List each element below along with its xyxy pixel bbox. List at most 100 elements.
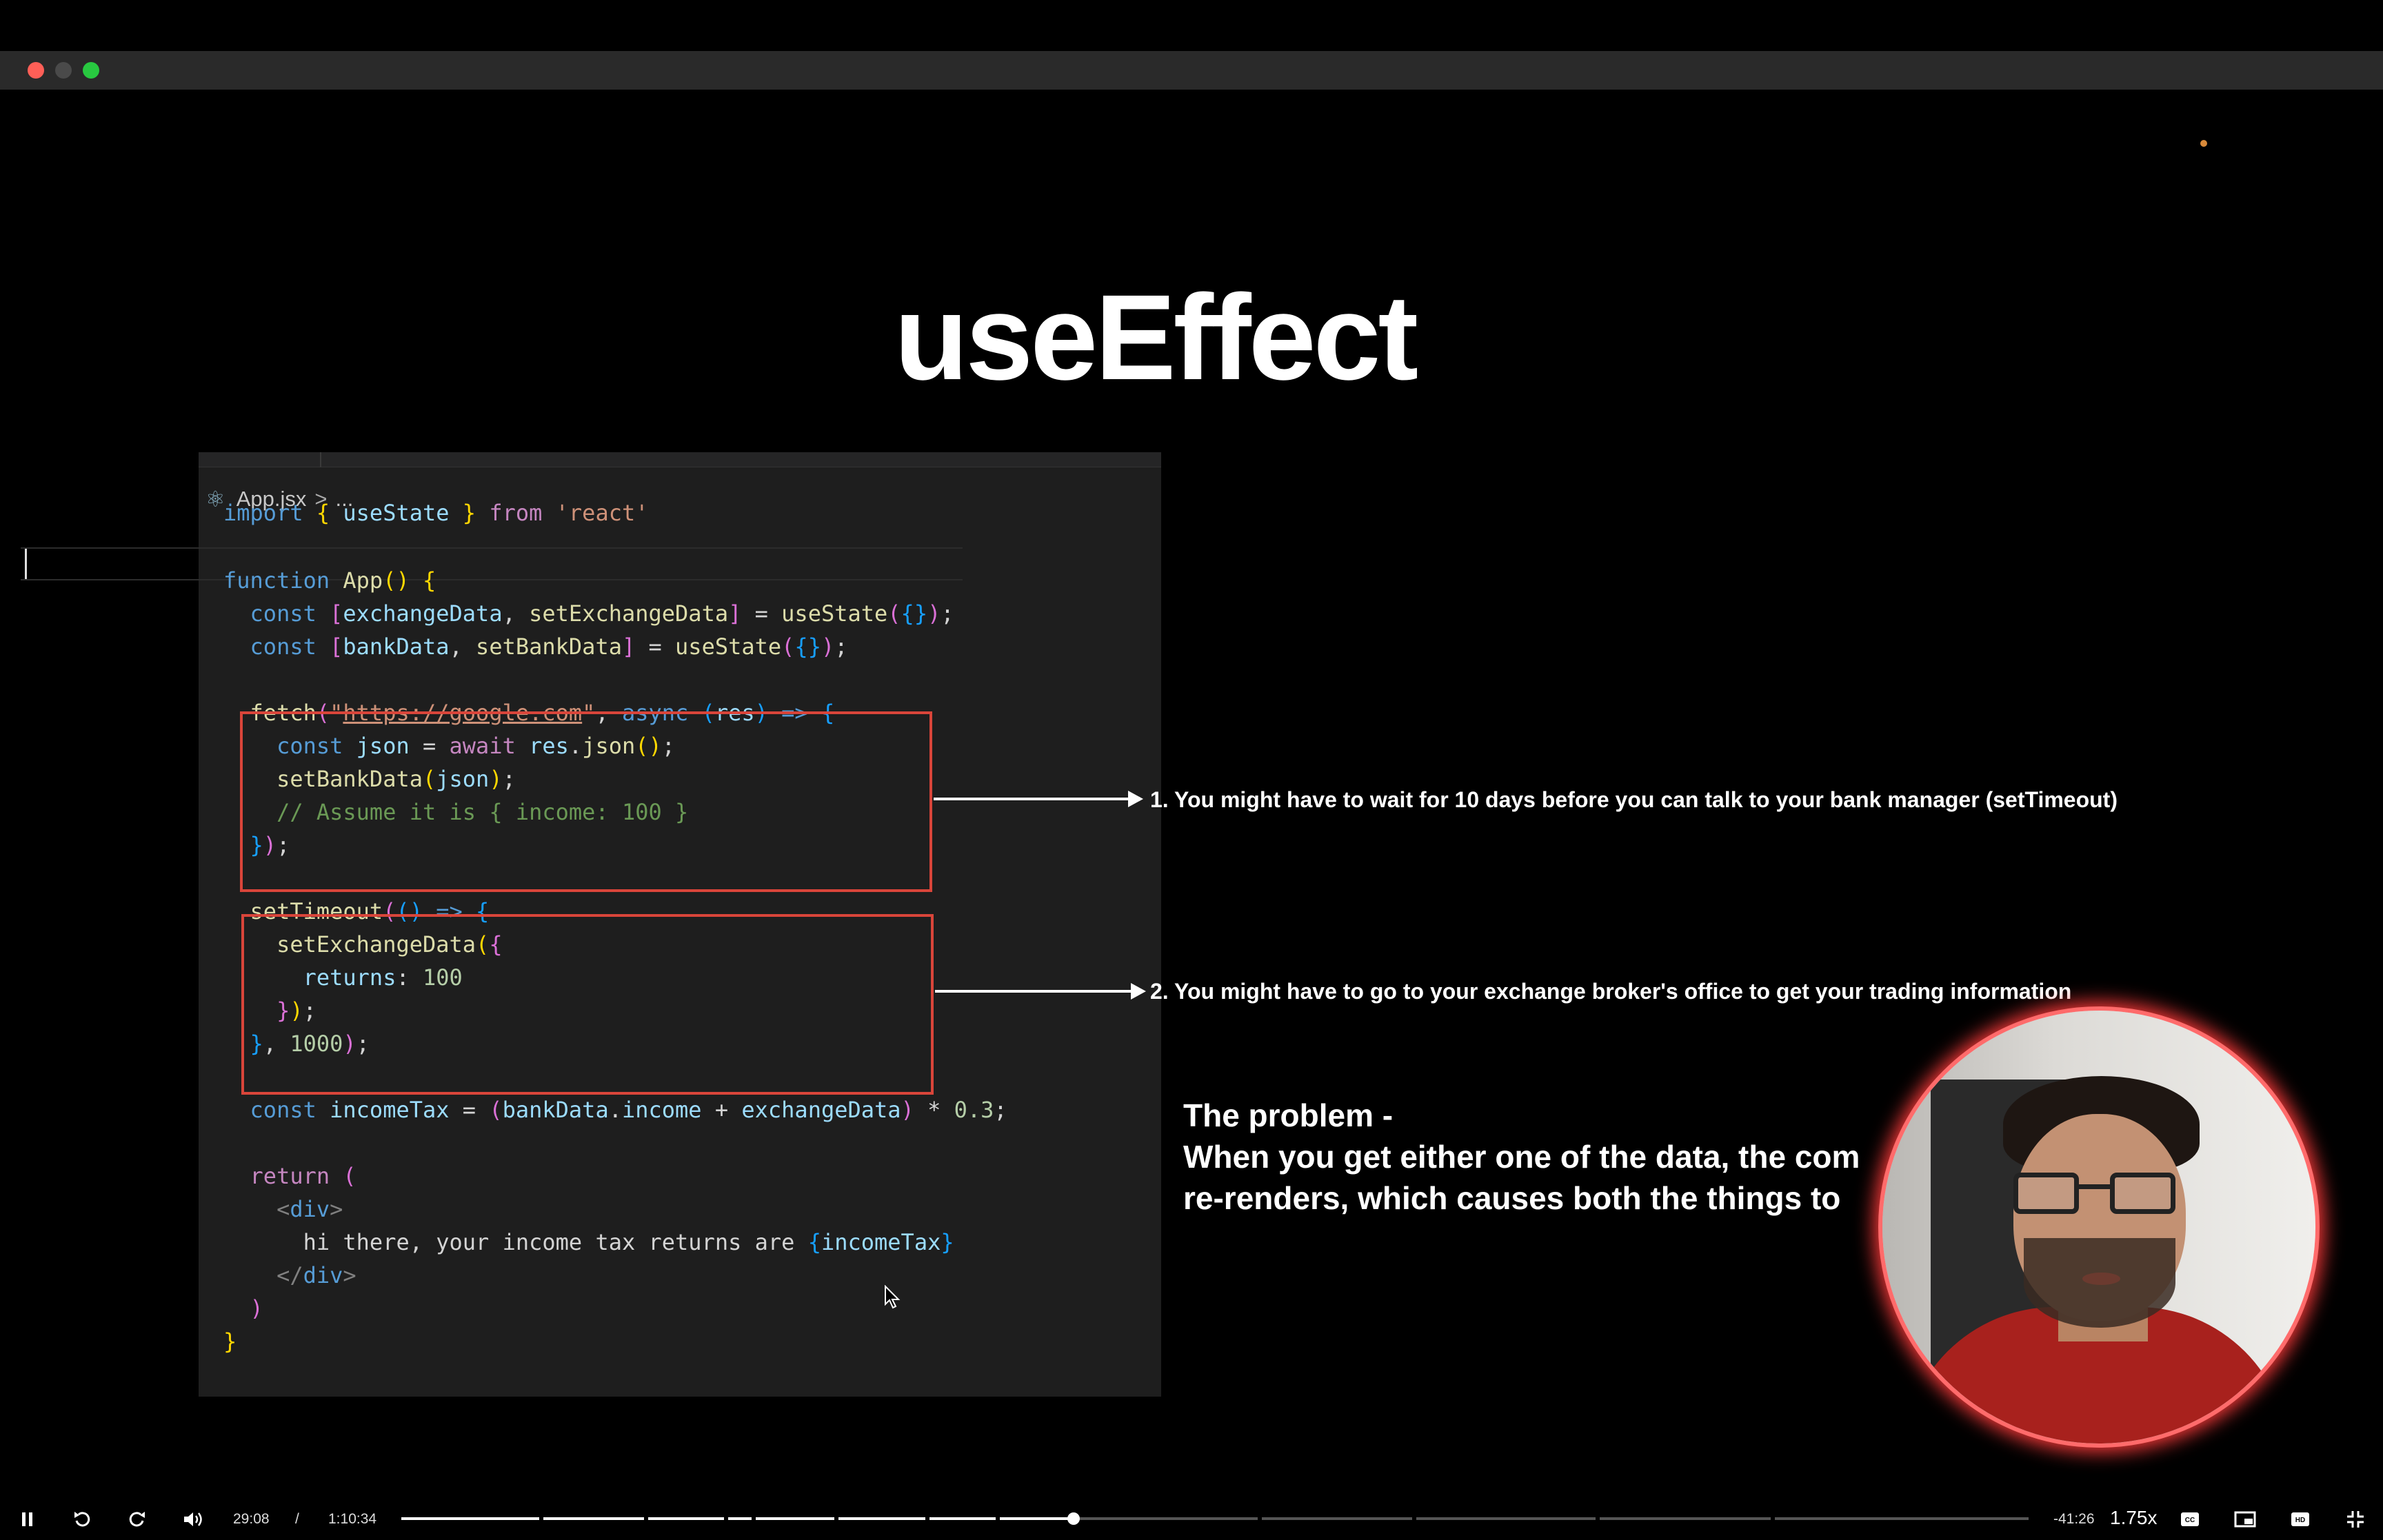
- code-token: {: [422, 567, 436, 594]
- code-line: }: [223, 1325, 237, 1358]
- captions-icon[interactable]: CC: [2178, 1507, 2202, 1532]
- code-token: ;: [834, 634, 848, 660]
- chapter-marker: [1412, 1517, 1416, 1520]
- code-token: ): [927, 600, 941, 627]
- slide-title: useEffect: [894, 270, 1418, 405]
- code-token: ): [821, 634, 835, 660]
- window-titlebar: [0, 51, 2383, 90]
- code-token: incomeTax: [821, 1229, 941, 1255]
- chapter-marker: [644, 1517, 648, 1520]
- forward-icon[interactable]: [124, 1507, 149, 1532]
- chapter-marker: [1771, 1517, 1775, 1520]
- code-token: (: [489, 1097, 503, 1123]
- code-token: const: [250, 634, 316, 660]
- volume-icon[interactable]: [181, 1507, 205, 1532]
- code-token: {: [807, 1229, 821, 1255]
- code-token: div: [290, 1196, 330, 1222]
- code-token: ]: [728, 600, 742, 627]
- code-token: 'react': [555, 500, 649, 526]
- code-token: const: [250, 1097, 316, 1123]
- react-icon: ⚛: [205, 487, 225, 511]
- code-token: useState: [675, 634, 782, 660]
- code-line: hi there, your income tax returns are {i…: [223, 1226, 954, 1259]
- recording-indicator-dot: [2200, 140, 2207, 147]
- exit-fullscreen-icon[interactable]: [2343, 1507, 2368, 1532]
- hd-icon[interactable]: HD: [2288, 1507, 2313, 1532]
- code-token: (: [343, 1163, 356, 1189]
- code-token: [: [330, 634, 343, 660]
- rewind-icon[interactable]: [70, 1507, 95, 1532]
- code-token: (: [781, 634, 795, 660]
- chapter-marker: [539, 1517, 543, 1520]
- code-token: .: [608, 1097, 622, 1123]
- code-token: [: [330, 600, 343, 627]
- code-token: incomeTax: [330, 1097, 450, 1123]
- code-token: }: [223, 1328, 237, 1355]
- chapter-marker: [834, 1517, 838, 1520]
- progress-bar[interactable]: [401, 1512, 2029, 1525]
- code-token: return: [250, 1163, 330, 1189]
- annotation-2: 2. You might have to go to your exchange…: [1150, 979, 2072, 1004]
- code-line: return (: [223, 1159, 356, 1193]
- code-token: =: [741, 600, 782, 627]
- remaining-time: -41:26: [2053, 1511, 2095, 1527]
- code-token: ;: [994, 1097, 1007, 1123]
- code-token: {: [316, 500, 330, 526]
- code-token: +: [701, 1097, 742, 1123]
- code-token: ,: [502, 600, 530, 627]
- pause-icon[interactable]: [15, 1507, 40, 1532]
- progress-played: [401, 1517, 1074, 1520]
- code-token: =: [635, 634, 676, 660]
- code-token: ]: [621, 634, 636, 660]
- code-token: (): [383, 567, 410, 594]
- code-token: function: [223, 567, 330, 594]
- arrow-1-line: [934, 798, 1129, 800]
- code-token: =: [449, 1097, 490, 1123]
- code-token: </: [276, 1262, 303, 1288]
- code-token: }: [941, 1229, 954, 1255]
- code-token: }: [462, 500, 476, 526]
- code-token: {}: [901, 600, 928, 627]
- chapter-marker: [752, 1517, 756, 1520]
- code-token: exchangeData: [343, 600, 503, 627]
- arrow-2-head: [1131, 983, 1146, 1000]
- code-token: setBankData: [476, 634, 622, 660]
- code-token: ,: [449, 634, 476, 660]
- close-window-button[interactable]: [28, 62, 44, 79]
- code-line: <div>: [223, 1193, 343, 1226]
- code-line: const [exchangeData, setExchangeData] = …: [223, 597, 954, 630]
- problem-statement: The problem - When you get either one of…: [1183, 1097, 1860, 1216]
- code-token: exchangeData: [741, 1097, 901, 1123]
- editor-tabstrip: [199, 452, 1161, 467]
- presenter-webcam: [1878, 1006, 2320, 1448]
- mouse-pointer-icon: [885, 1285, 901, 1309]
- duration: 1:10:34: [328, 1511, 377, 1527]
- code-token: 0.3: [954, 1097, 994, 1123]
- code-token: (: [887, 600, 901, 627]
- code-token: income: [621, 1097, 702, 1123]
- code-line: </div>: [223, 1259, 356, 1292]
- code-token: >: [343, 1262, 356, 1288]
- code-token: bankData: [502, 1097, 609, 1123]
- picture-in-picture-icon[interactable]: [2233, 1507, 2258, 1532]
- code-line: ): [223, 1292, 263, 1325]
- playback-speed-button[interactable]: 1.75x: [2110, 1507, 2158, 1529]
- progress-scrubber-handle[interactable]: [1067, 1512, 1080, 1525]
- zoom-window-button[interactable]: [83, 62, 99, 79]
- minimize-window-button[interactable]: [55, 62, 72, 79]
- time-separator: /: [295, 1511, 299, 1527]
- fetch-highlight-box: [240, 711, 932, 892]
